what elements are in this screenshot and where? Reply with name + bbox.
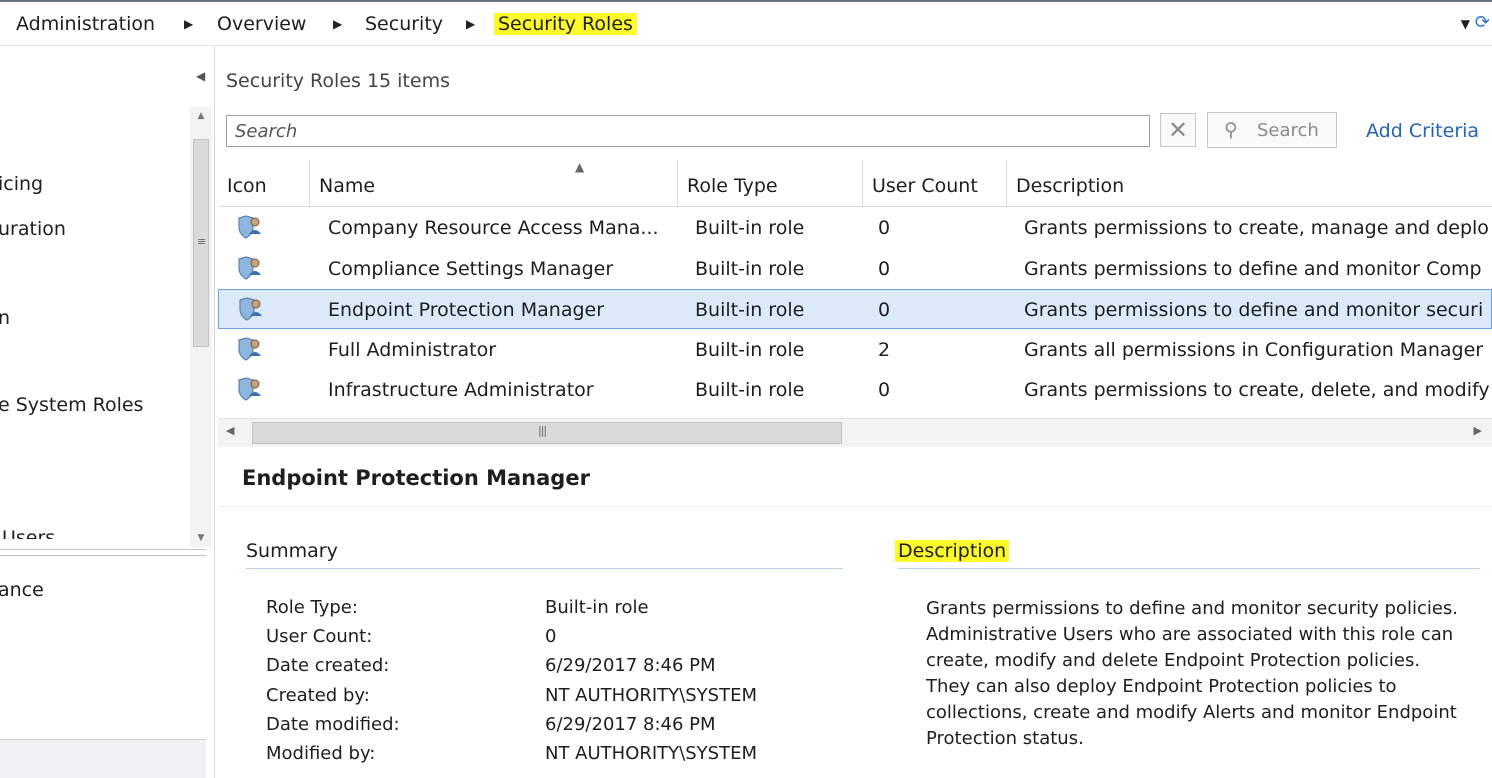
summary-label: Created by: [266,685,370,706]
navigation-pane: ◀ ▲ ≡ ▼ icing uration n e System Roles U… [0,47,215,778]
scroll-left-icon[interactable]: ◀ [226,424,234,437]
summary-label: Role Type: [266,597,358,618]
grid-horizontal-scrollbar[interactable]: ◀ ||| ▶ [218,418,1492,447]
summary-value: NT AUTHORITY\SYSTEM [545,685,757,706]
summary-value: Built-in role [545,597,649,618]
row-description: Grants all permissions in Configuration … [1024,339,1484,361]
row-user-count: 0 [878,258,891,280]
grid-scroll-thumb[interactable]: ||| [252,422,842,444]
table-row[interactable]: Infrastructure Administrator Built-in ro… [218,370,1492,408]
nav-item-users[interactable]: Users [2,527,55,539]
refresh-icon[interactable]: ⟳ [1475,12,1490,33]
summary-value: 6/29/2017 8:46 PM [545,714,716,735]
table-row[interactable]: Compliance Settings Manager Built-in rol… [218,249,1492,287]
row-user-count: 0 [878,379,891,401]
breadcrumb-security[interactable]: Security [365,13,443,35]
row-description: Grants permissions to define and monitor… [1024,258,1482,280]
row-name: Endpoint Protection Manager [328,299,605,321]
grip-icon: ||| [538,424,547,437]
table-row[interactable]: Full Administrator Built-in role 2 Grant… [218,330,1492,368]
row-user-count: 0 [878,217,891,239]
table-row[interactable]: Company Resource Access Mana... Built-in… [218,208,1492,246]
summary-value: 6/29/2017 8:46 PM [545,655,716,676]
search-button-label: Search [1257,120,1319,141]
summary-value: 0 [545,626,557,647]
summary-label: Date modified: [266,714,400,735]
scroll-up-icon[interactable]: ▲ [190,111,212,121]
list-title: Security Roles 15 items [226,70,450,92]
column-header-icon[interactable]: Icon [218,160,310,206]
column-header-user-count[interactable]: User Count [863,160,1007,206]
search-button[interactable]: ⚲ Search [1207,112,1337,148]
nav-item-compliance[interactable]: ance [0,579,44,601]
detail-title: Endpoint Protection Manager [242,466,590,490]
scroll-right-icon[interactable]: ▶ [1474,424,1482,437]
column-header-description[interactable]: Description [1007,160,1492,206]
row-name: Compliance Settings Manager [328,258,614,280]
breadcrumb-administration[interactable]: Administration [16,13,155,35]
row-role-type: Built-in role [695,299,805,321]
row-role-type: Built-in role [695,339,805,361]
grid-header: Icon ▲ Name Role Type User Count Descrip… [218,160,1492,207]
summary-label: Date created: [266,655,390,676]
clear-search-button[interactable]: ✕ [1160,113,1196,147]
breadcrumb-overview[interactable]: Overview [217,13,306,35]
description-heading: Description [895,540,1010,562]
row-name: Infrastructure Administrator [328,379,594,401]
row-name: Company Resource Access Mana... [328,217,659,239]
row-description: Grants permissions to define and monitor… [1024,299,1484,321]
summary-label: Modified by: [266,743,376,764]
summary-underline [246,568,843,569]
collapse-pane-icon[interactable]: ◀ [196,69,205,83]
summary-value: NT AUTHORITY\SYSTEM [545,743,757,764]
right-triangle-icon: ▶ [333,17,343,31]
row-name: Full Administrator [328,339,497,361]
breadcrumb: Administration ▶ Overview ▶ Security ▶ S… [0,0,1492,46]
row-role-type: Built-in role [695,258,805,280]
breadcrumb-security-roles[interactable]: Security Roles [494,13,637,35]
detail-divider [218,506,1492,507]
row-role-type: Built-in role [695,379,805,401]
dropdown-arrow-icon[interactable]: ▼ [1461,17,1470,31]
magnifier-icon: ⚲ [1224,119,1238,141]
sort-ascending-icon: ▲ [575,160,585,174]
security-role-icon [238,256,261,280]
nav-workspace-bar[interactable] [0,739,206,778]
nav-item-n[interactable]: n [0,307,10,329]
row-description: Grants permissions to create, manage and… [1024,217,1489,239]
row-user-count: 2 [878,339,891,361]
row-role-type: Built-in role [695,217,805,239]
security-role-icon [238,215,261,239]
row-description: Grants permissions to create, delete, an… [1024,379,1490,401]
nav-item-configuration[interactable]: uration [0,218,66,240]
scroll-down-icon[interactable]: ▼ [190,533,212,543]
security-role-icon [239,297,262,321]
grip-icon: ≡ [197,235,207,248]
security-role-icon [238,377,261,401]
nav-scroll-thumb[interactable]: ≡ [193,139,209,347]
description-underline [898,568,1480,569]
description-text: Grants permissions to define and monitor… [926,598,1459,749]
search-input[interactable] [227,116,1149,146]
nav-splitter[interactable] [0,549,206,556]
column-header-role-type[interactable]: Role Type [678,160,863,206]
close-icon: ✕ [1167,116,1189,144]
right-triangle-icon: ▶ [184,17,194,31]
nav-vertical-scrollbar[interactable]: ▲ ≡ ▼ [190,107,212,547]
nav-item-servicing[interactable]: icing [0,173,43,195]
row-user-count: 0 [878,299,891,321]
nav-item-site-system-roles[interactable]: e System Roles [0,394,143,416]
security-role-icon [238,337,261,361]
right-triangle-icon: ▶ [466,17,476,31]
table-row-selected[interactable]: Endpoint Protection Manager Built-in rol… [218,289,1492,329]
summary-label: User Count: [266,626,373,647]
search-field[interactable] [226,115,1150,147]
column-header-name[interactable]: ▲ Name [310,160,678,206]
add-criteria-link[interactable]: Add Criteria [1366,120,1479,142]
summary-heading: Summary [246,540,338,562]
